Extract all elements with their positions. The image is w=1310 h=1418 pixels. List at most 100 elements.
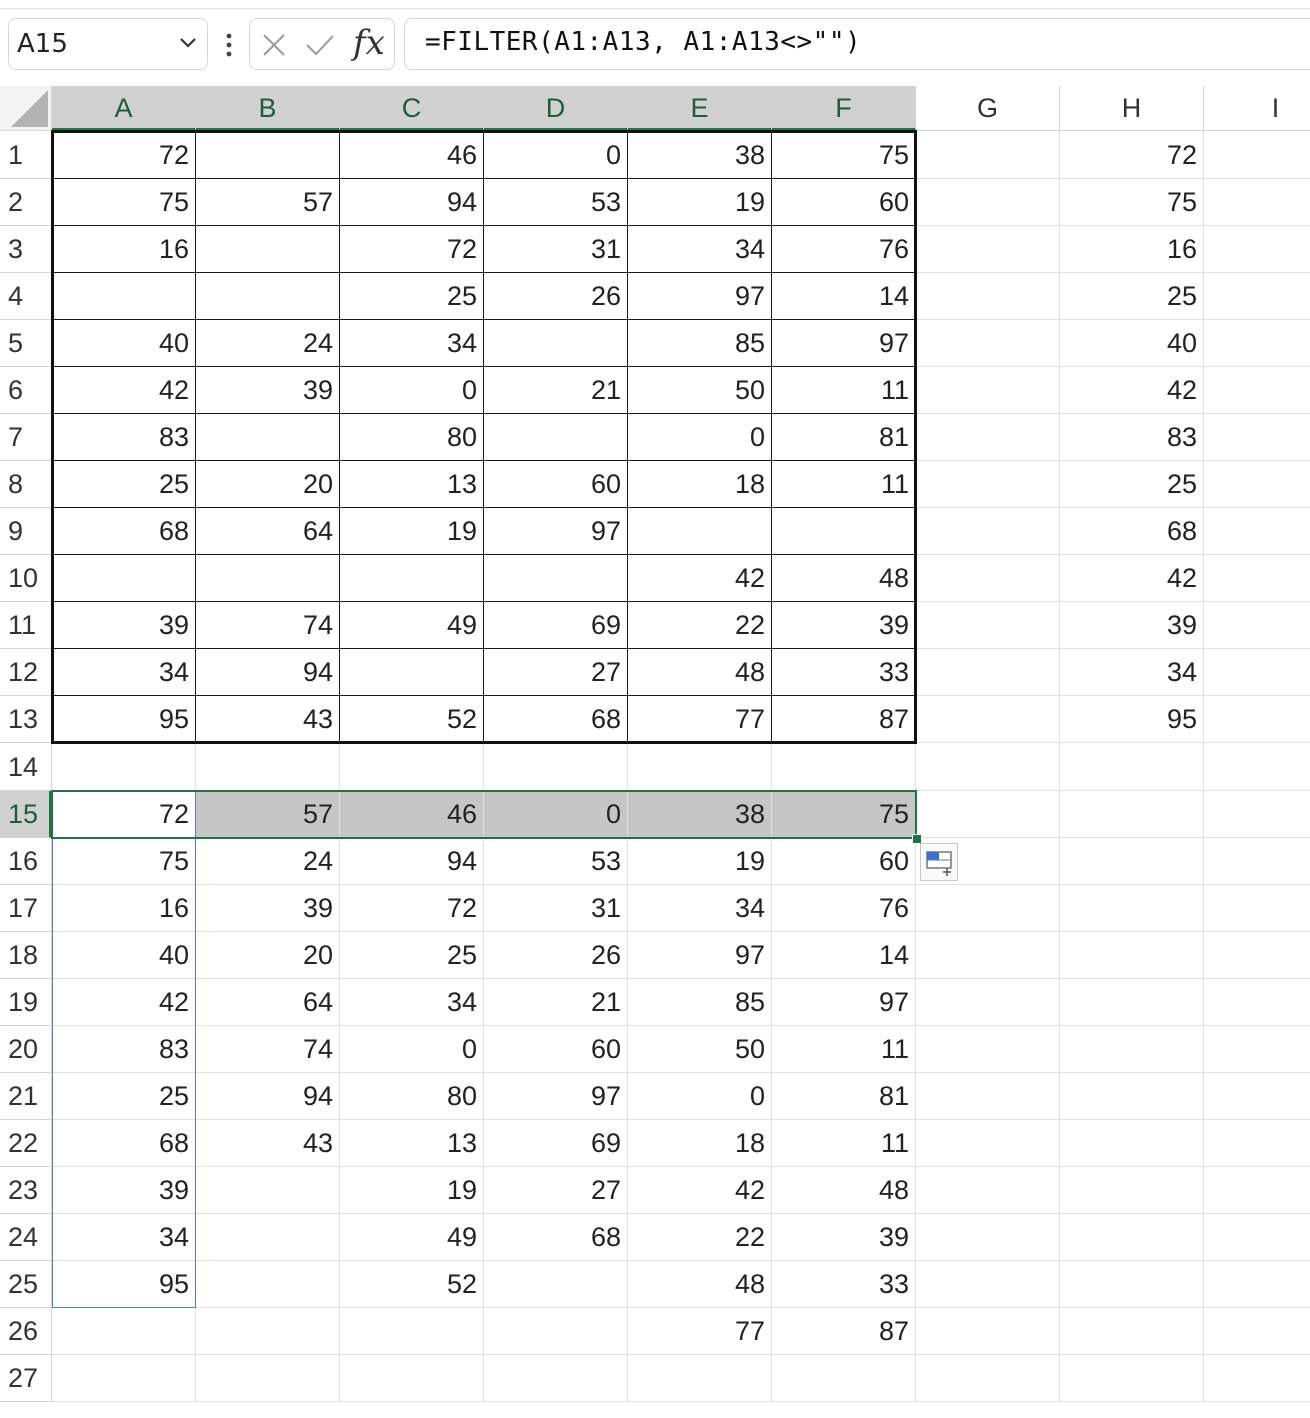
cell-g3[interactable] [916, 226, 1060, 273]
fx-icon[interactable]: fx [353, 23, 385, 63]
cell-b11[interactable]: 74 [196, 602, 340, 649]
cell-c8[interactable]: 13 [340, 461, 484, 508]
cell-g4[interactable] [916, 273, 1060, 320]
cell-e14[interactable] [628, 743, 772, 791]
cell-h24[interactable] [1060, 1214, 1204, 1261]
cell-h5[interactable]: 40 [1060, 320, 1204, 367]
cell-i20[interactable] [1204, 1026, 1310, 1073]
cell-b21[interactable]: 94 [196, 1073, 340, 1120]
row-header-16[interactable]: 16 [0, 838, 52, 885]
cell-f5[interactable]: 97 [772, 320, 916, 367]
cell-c24[interactable]: 49 [340, 1214, 484, 1261]
cell-a12[interactable]: 34 [52, 649, 196, 696]
cell-c18[interactable]: 25 [340, 932, 484, 979]
cell-f10[interactable]: 48 [772, 555, 916, 602]
cell-f24[interactable]: 39 [772, 1214, 916, 1261]
cell-c10[interactable] [340, 555, 484, 602]
row-header-2[interactable]: 2 [0, 179, 52, 226]
cell-c25[interactable]: 52 [340, 1261, 484, 1308]
row-header-17[interactable]: 17 [0, 885, 52, 932]
cell-e3[interactable]: 34 [628, 226, 772, 273]
select-all-corner[interactable] [0, 86, 52, 131]
cell-c19[interactable]: 34 [340, 979, 484, 1026]
row-header-5[interactable]: 5 [0, 320, 52, 367]
cell-b22[interactable]: 43 [196, 1120, 340, 1167]
cell-h17[interactable] [1060, 885, 1204, 932]
cell-e16[interactable]: 19 [628, 838, 772, 885]
row-header-10[interactable]: 10 [0, 555, 52, 602]
cell-i16[interactable] [1204, 838, 1310, 885]
cell-g14[interactable] [916, 743, 1060, 791]
cell-h9[interactable]: 68 [1060, 508, 1204, 555]
cell-g23[interactable] [916, 1167, 1060, 1214]
cell-a19[interactable]: 42 [52, 979, 196, 1026]
cell-d2[interactable]: 53 [484, 179, 628, 226]
cell-h4[interactable]: 25 [1060, 273, 1204, 320]
cell-b5[interactable]: 24 [196, 320, 340, 367]
cell-c12[interactable] [340, 649, 484, 696]
cell-i7[interactable] [1204, 414, 1310, 461]
row-header-27[interactable]: 27 [0, 1355, 52, 1402]
cell-f3[interactable]: 76 [772, 226, 916, 273]
cell-g7[interactable] [916, 414, 1060, 461]
cell-c13[interactable]: 52 [340, 696, 484, 743]
column-header-c[interactable]: C [340, 86, 484, 131]
cell-f15[interactable]: 75 [772, 791, 916, 838]
cell-g15[interactable] [916, 791, 1060, 838]
cell-f9[interactable] [772, 508, 916, 555]
cell-i4[interactable] [1204, 273, 1310, 320]
cell-h11[interactable]: 39 [1060, 602, 1204, 649]
checkmark-icon[interactable] [304, 31, 336, 59]
cell-d6[interactable]: 21 [484, 367, 628, 414]
cell-f1[interactable]: 75 [772, 131, 916, 179]
row-header-15[interactable]: 15 [0, 791, 52, 838]
cell-g13[interactable] [916, 696, 1060, 743]
cell-a10[interactable] [52, 555, 196, 602]
cell-h21[interactable] [1060, 1073, 1204, 1120]
cell-f25[interactable]: 33 [772, 1261, 916, 1308]
cell-i25[interactable] [1204, 1261, 1310, 1308]
cell-b25[interactable] [196, 1261, 340, 1308]
cell-h20[interactable] [1060, 1026, 1204, 1073]
cell-c11[interactable]: 49 [340, 602, 484, 649]
cell-f16[interactable]: 60 [772, 838, 916, 885]
cell-h26[interactable] [1060, 1308, 1204, 1355]
cell-i18[interactable] [1204, 932, 1310, 979]
cell-h6[interactable]: 42 [1060, 367, 1204, 414]
cell-d14[interactable] [484, 743, 628, 791]
row-header-23[interactable]: 23 [0, 1167, 52, 1214]
paste-options-button[interactable] [920, 843, 958, 881]
row-header-4[interactable]: 4 [0, 273, 52, 320]
cell-d24[interactable]: 68 [484, 1214, 628, 1261]
cell-e23[interactable]: 42 [628, 1167, 772, 1214]
cell-h23[interactable] [1060, 1167, 1204, 1214]
cell-a27[interactable] [52, 1355, 196, 1402]
cell-g9[interactable] [916, 508, 1060, 555]
cell-c16[interactable]: 94 [340, 838, 484, 885]
cell-f21[interactable]: 81 [772, 1073, 916, 1120]
cell-f13[interactable]: 87 [772, 696, 916, 743]
cell-e13[interactable]: 77 [628, 696, 772, 743]
cell-i10[interactable] [1204, 555, 1310, 602]
cell-e9[interactable] [628, 508, 772, 555]
cell-d23[interactable]: 27 [484, 1167, 628, 1214]
cell-d26[interactable] [484, 1308, 628, 1355]
cell-b3[interactable] [196, 226, 340, 273]
cell-c23[interactable]: 19 [340, 1167, 484, 1214]
column-header-i[interactable]: I [1204, 86, 1310, 131]
cell-a6[interactable]: 42 [52, 367, 196, 414]
name-box[interactable]: A15 [8, 18, 208, 70]
cell-e27[interactable] [628, 1355, 772, 1402]
cell-i5[interactable] [1204, 320, 1310, 367]
cell-b23[interactable] [196, 1167, 340, 1214]
cell-d3[interactable]: 31 [484, 226, 628, 273]
row-header-24[interactable]: 24 [0, 1214, 52, 1261]
cell-b24[interactable] [196, 1214, 340, 1261]
cell-i6[interactable] [1204, 367, 1310, 414]
row-header-12[interactable]: 12 [0, 649, 52, 696]
cell-e17[interactable]: 34 [628, 885, 772, 932]
cell-d7[interactable] [484, 414, 628, 461]
cell-e4[interactable]: 97 [628, 273, 772, 320]
cell-b1[interactable] [196, 131, 340, 179]
x-icon[interactable] [260, 31, 288, 59]
